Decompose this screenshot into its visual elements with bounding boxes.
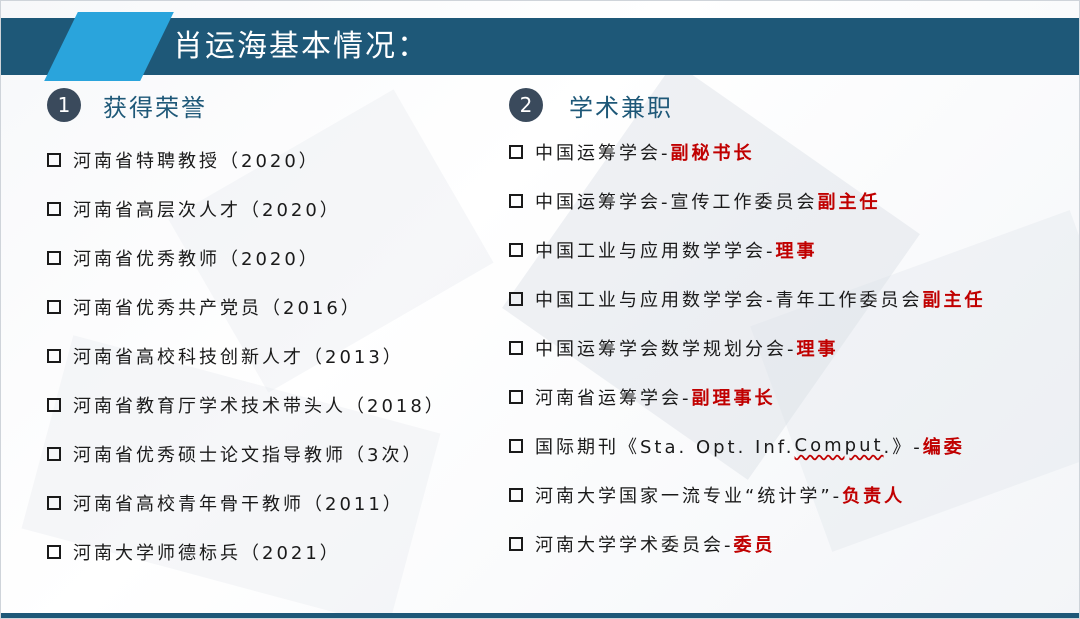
item-role: 理事 (775, 240, 818, 262)
section-title: 学术兼职 (569, 93, 673, 122)
checkbox-icon (47, 201, 61, 216)
item-org: 河南大学学术委员会- (535, 534, 734, 556)
item-org-marked: Comput (794, 435, 884, 456)
list-item: 河南省高校青年骨干教师（2011） (47, 478, 446, 527)
checkbox-icon (509, 438, 523, 453)
honors-list: 河南省特聘教授（2020） 河南省高层次人才（2020） 河南省优秀教师（202… (47, 135, 446, 576)
list-item: 河南省教育厅学术技术带头人（2018） (47, 380, 446, 429)
list-item: 河南省优秀硕士论文指导教师（3次） (47, 429, 446, 478)
item-text: 河南省优秀硕士论文指导教师（3次） (73, 444, 424, 466)
item-text: 河南省高校科技创新人才（2013） (73, 346, 404, 368)
honors-header: 1 获得荣誉 (47, 85, 446, 125)
item-text: 河南省教育厅学术技术带头人（2018） (73, 395, 446, 417)
item-role: 理事 (796, 338, 839, 360)
section-number-badge: 1 (47, 88, 81, 122)
checkbox-icon (509, 144, 523, 159)
slide-title: 肖运海基本情况： (173, 29, 429, 64)
checkbox-icon (47, 397, 61, 412)
item-org: 中国运筹学会-宣传工作委员会 (535, 191, 818, 213)
list-item: 中国工业与应用数学学会-青年工作委员会 副主任 (509, 274, 986, 323)
item-text: 河南省优秀教师（2020） (73, 248, 320, 270)
bottom-border (1, 613, 1079, 618)
item-role: 副主任 (922, 289, 986, 311)
checkbox-icon (47, 348, 61, 363)
item-role: 负责人 (842, 485, 906, 507)
list-item: 河南省优秀共产党员（2016） (47, 282, 446, 331)
list-item: 中国运筹学会数学规划分会- 理事 (509, 323, 986, 372)
list-item: 河南省高校科技创新人才（2013） (47, 331, 446, 380)
checkbox-icon (509, 340, 523, 355)
list-item: 河南省高层次人才（2020） (47, 184, 446, 233)
section-title: 获得荣誉 (103, 93, 207, 122)
item-org: 中国工业与应用数学学会- (535, 240, 776, 262)
positions-header: 2 学术兼职 (509, 85, 986, 125)
list-item: 河南省运筹学会- 副理事长 (509, 372, 986, 421)
item-text: 河南大学师德标兵（2021） (73, 542, 341, 564)
item-text: 河南省特聘教授（2020） (73, 150, 320, 172)
item-text: 河南省高校青年骨干教师（2011） (73, 493, 404, 515)
item-org: 河南大学国家一流专业“统计学”- (535, 485, 843, 507)
section-number-badge: 2 (509, 88, 543, 122)
list-item: 河南大学学术委员会- 委员 (509, 519, 986, 568)
item-org: 国际期刊《Sta. Opt. Inf. (535, 436, 795, 458)
item-org: .》- (883, 436, 923, 458)
item-role: 委员 (733, 534, 776, 556)
checkbox-icon (47, 544, 61, 559)
list-item: 国际期刊《Sta. Opt. Inf. Comput .》- 编委 (509, 421, 986, 470)
item-role: 副理事长 (691, 387, 776, 409)
list-item: 河南省特聘教授（2020） (47, 135, 446, 184)
list-item: 中国运筹学会-宣传工作委员会 副主任 (509, 176, 986, 225)
honors-section: 1 获得荣誉 河南省特聘教授（2020） 河南省高层次人才（2020） 河南省优… (47, 85, 446, 576)
item-text: 河南省高层次人才（2020） (73, 199, 341, 221)
positions-section: 2 学术兼职 中国运筹学会- 副秘书长 中国运筹学会-宣传工作委员会 副主任 中国工… (509, 85, 986, 568)
checkbox-icon (509, 291, 523, 306)
checkbox-icon (509, 536, 523, 551)
checkbox-icon (509, 193, 523, 208)
checkbox-icon (47, 152, 61, 167)
item-org: 中国运筹学会- (535, 142, 671, 164)
item-org: 河南省运筹学会- (535, 387, 692, 409)
item-role: 副秘书长 (670, 142, 755, 164)
checkbox-icon (509, 389, 523, 404)
item-role: 副主任 (817, 191, 881, 213)
list-item: 河南大学国家一流专业“统计学”- 负责人 (509, 470, 986, 519)
item-text: 河南省优秀共产党员（2016） (73, 297, 362, 319)
item-role: 编委 (922, 436, 965, 458)
item-org: 中国运筹学会数学规划分会- (535, 338, 797, 360)
checkbox-icon (47, 299, 61, 314)
list-item: 中国运筹学会- 副秘书长 (509, 127, 986, 176)
checkbox-icon (47, 446, 61, 461)
checkbox-icon (509, 487, 523, 502)
list-item: 河南大学师德标兵（2021） (47, 527, 446, 576)
checkbox-icon (47, 495, 61, 510)
list-item: 河南省优秀教师（2020） (47, 233, 446, 282)
positions-list: 中国运筹学会- 副秘书长 中国运筹学会-宣传工作委员会 副主任 中国工业与应用数学学… (509, 127, 986, 568)
list-item: 中国工业与应用数学学会- 理事 (509, 225, 986, 274)
checkbox-icon (47, 250, 61, 265)
slide: 肖运海基本情况： 1 获得荣誉 河南省特聘教授（2020） 河南省高层次人才（2… (0, 0, 1080, 619)
checkbox-icon (509, 242, 523, 257)
item-org: 中国工业与应用数学学会-青年工作委员会 (535, 289, 923, 311)
